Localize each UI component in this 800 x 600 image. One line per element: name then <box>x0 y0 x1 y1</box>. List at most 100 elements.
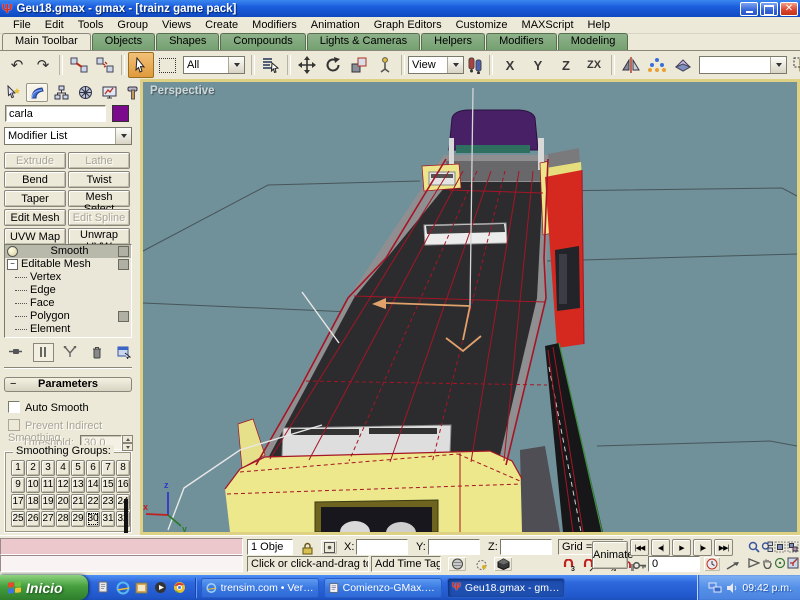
smoothing-group-button[interactable]: 9 <box>11 477 25 493</box>
menu-item[interactable]: Customize <box>449 18 515 32</box>
smoothing-group-button[interactable]: 22 <box>86 494 100 510</box>
stack-subobject-face[interactable]: Face <box>5 297 131 310</box>
pin-stack-icon[interactable] <box>6 343 27 362</box>
smoothing-group-button[interactable]: 13 <box>71 477 85 493</box>
modifier-button[interactable]: UVW Map <box>4 228 66 245</box>
restrict-y-button[interactable]: Y <box>524 52 552 78</box>
viewport-label[interactable]: Perspective <box>150 85 215 97</box>
smoothing-group-button[interactable]: 2 <box>26 460 40 476</box>
playback-button[interactable]: |◀◀ <box>630 539 649 556</box>
select-region-icon[interactable] <box>154 52 180 78</box>
crossing-selection-icon[interactable] <box>470 556 492 574</box>
menu-item[interactable]: Animation <box>304 18 367 32</box>
stack-item-smooth[interactable]: Smooth <box>5 245 131 258</box>
smoothing-group-button[interactable]: 19 <box>41 494 55 510</box>
media-player-icon[interactable] <box>153 580 168 595</box>
modifier-button[interactable]: Edit Spline <box>68 209 130 226</box>
maxscript-listener-field[interactable] <box>0 555 243 572</box>
rotate-icon[interactable] <box>320 52 346 78</box>
motion-tab-icon[interactable] <box>74 83 96 102</box>
restrict-plane-button[interactable]: ZX <box>580 52 608 78</box>
playback-button[interactable]: ▶ <box>672 539 691 556</box>
zoom-extents-all-icon[interactable] <box>786 539 799 555</box>
smoothing-group-button[interactable]: 10 <box>26 477 40 493</box>
render-type-icon[interactable] <box>447 556 467 572</box>
show-desktop-icon[interactable] <box>96 580 111 595</box>
modifier-button[interactable]: Unwrap UVW <box>68 228 130 245</box>
dropdown-arrow-icon[interactable] <box>770 57 786 73</box>
smoothing-group-button[interactable]: 7 <box>101 460 115 476</box>
smoothing-group-button[interactable]: 30 <box>86 511 100 527</box>
weight-icon[interactable] <box>464 52 486 78</box>
reference-coordinate-dropdown[interactable]: View <box>408 56 464 74</box>
browser-ball-icon[interactable] <box>172 580 187 595</box>
smoothing-group-button[interactable]: 16 <box>116 477 130 493</box>
smoothing-group-button[interactable]: 31 <box>101 511 115 527</box>
smoothing-group-button[interactable]: 11 <box>41 477 55 493</box>
menu-item[interactable]: Modifiers <box>245 18 304 32</box>
remove-modifier-icon[interactable] <box>86 343 107 362</box>
outlook-icon[interactable] <box>134 580 149 595</box>
stack-subobject-polygon[interactable]: Polygon <box>5 310 131 323</box>
menu-item[interactable]: Graph Editors <box>367 18 449 32</box>
configure-modifier-sets-icon[interactable] <box>113 343 134 362</box>
z-coordinate-field[interactable] <box>500 539 552 555</box>
dropdown-arrow-icon[interactable] <box>447 57 463 73</box>
toolbar-tab[interactable]: Objects <box>92 33 155 50</box>
menu-item[interactable]: File <box>6 18 38 32</box>
modifier-button[interactable]: Bend <box>4 171 66 188</box>
restore-button[interactable] <box>760 2 778 16</box>
playback-button[interactable]: ▶▶| <box>714 539 733 556</box>
make-unique-icon[interactable] <box>60 343 81 362</box>
scale-icon[interactable] <box>346 52 372 78</box>
smoothing-group-button[interactable]: 26 <box>26 511 40 527</box>
stack-subobject-vertex[interactable]: Vertex <box>5 271 131 284</box>
field-of-view-icon[interactable] <box>747 555 760 571</box>
named-selection-icon[interactable] <box>790 52 800 78</box>
toolbar-tab[interactable]: Modifiers <box>486 33 557 50</box>
min-max-toggle-icon[interactable] <box>786 555 799 571</box>
dropdown-arrow-icon[interactable] <box>115 128 131 144</box>
modifier-button[interactable]: Mesh Select <box>68 190 130 207</box>
smoothing-group-button[interactable]: 27 <box>41 511 55 527</box>
modifier-list-dropdown[interactable]: Modifier List <box>4 127 132 145</box>
minimize-button[interactable] <box>740 2 758 16</box>
viewport-canvas[interactable]: z x y <box>143 82 797 532</box>
smoothing-group-button[interactable]: 4 <box>56 460 70 476</box>
modifier-button[interactable]: Edit Mesh <box>4 209 66 226</box>
smoothing-group-button[interactable]: 23 <box>101 494 115 510</box>
auto-smooth-checkbox[interactable]: Auto Smooth <box>8 401 89 414</box>
snap-3d-icon[interactable]: 3 <box>560 556 579 574</box>
stack-gizmo-toggle[interactable] <box>118 246 129 257</box>
stack-subobject-element[interactable]: Element <box>5 323 131 336</box>
task-button-trensim[interactable]: trensim.com • Ver Te... <box>201 578 319 598</box>
redo-icon[interactable]: ↷ <box>30 52 56 78</box>
link-icon[interactable] <box>66 52 92 78</box>
smoothing-group-button[interactable]: 15 <box>101 477 115 493</box>
task-button-gmax[interactable]: Ψ Geu18.gmax - gmax -... <box>447 578 565 598</box>
smoothing-group-button[interactable]: 5 <box>71 460 85 476</box>
y-coordinate-field[interactable] <box>428 539 480 555</box>
toolbar-tab[interactable]: Helpers <box>421 33 485 50</box>
task-button-notepad[interactable]: Comienzo-GMax.txt -... <box>324 578 442 598</box>
add-time-tag[interactable]: Add Time Tag <box>371 556 441 572</box>
smoothing-group-button[interactable]: 28 <box>56 511 70 527</box>
modifier-button[interactable]: Lathe <box>68 152 130 169</box>
start-button[interactable]: Inicio <box>0 575 88 600</box>
smoothing-group-button[interactable]: 18 <box>26 494 40 510</box>
menu-item[interactable]: Tools <box>71 18 111 32</box>
menu-item[interactable]: Views <box>155 18 198 32</box>
show-end-result-icon[interactable] <box>33 343 54 362</box>
select-by-name-icon[interactable] <box>258 52 284 78</box>
playback-button[interactable]: ◀| <box>651 539 670 556</box>
toolbar-tab[interactable]: Main Toolbar <box>2 33 91 50</box>
modifier-button[interactable]: Taper <box>4 190 66 207</box>
smoothing-group-button[interactable]: 21 <box>71 494 85 510</box>
key-mode-icon[interactable] <box>630 557 648 573</box>
stack-item-editable-mesh[interactable]: − Editable Mesh <box>5 258 131 271</box>
arc-rotate-icon[interactable] <box>773 555 786 571</box>
object-color-swatch[interactable] <box>112 105 129 122</box>
degradation-override-icon[interactable] <box>493 556 513 572</box>
menu-item[interactable]: Group <box>110 18 155 32</box>
restrict-x-button[interactable]: X <box>496 52 524 78</box>
